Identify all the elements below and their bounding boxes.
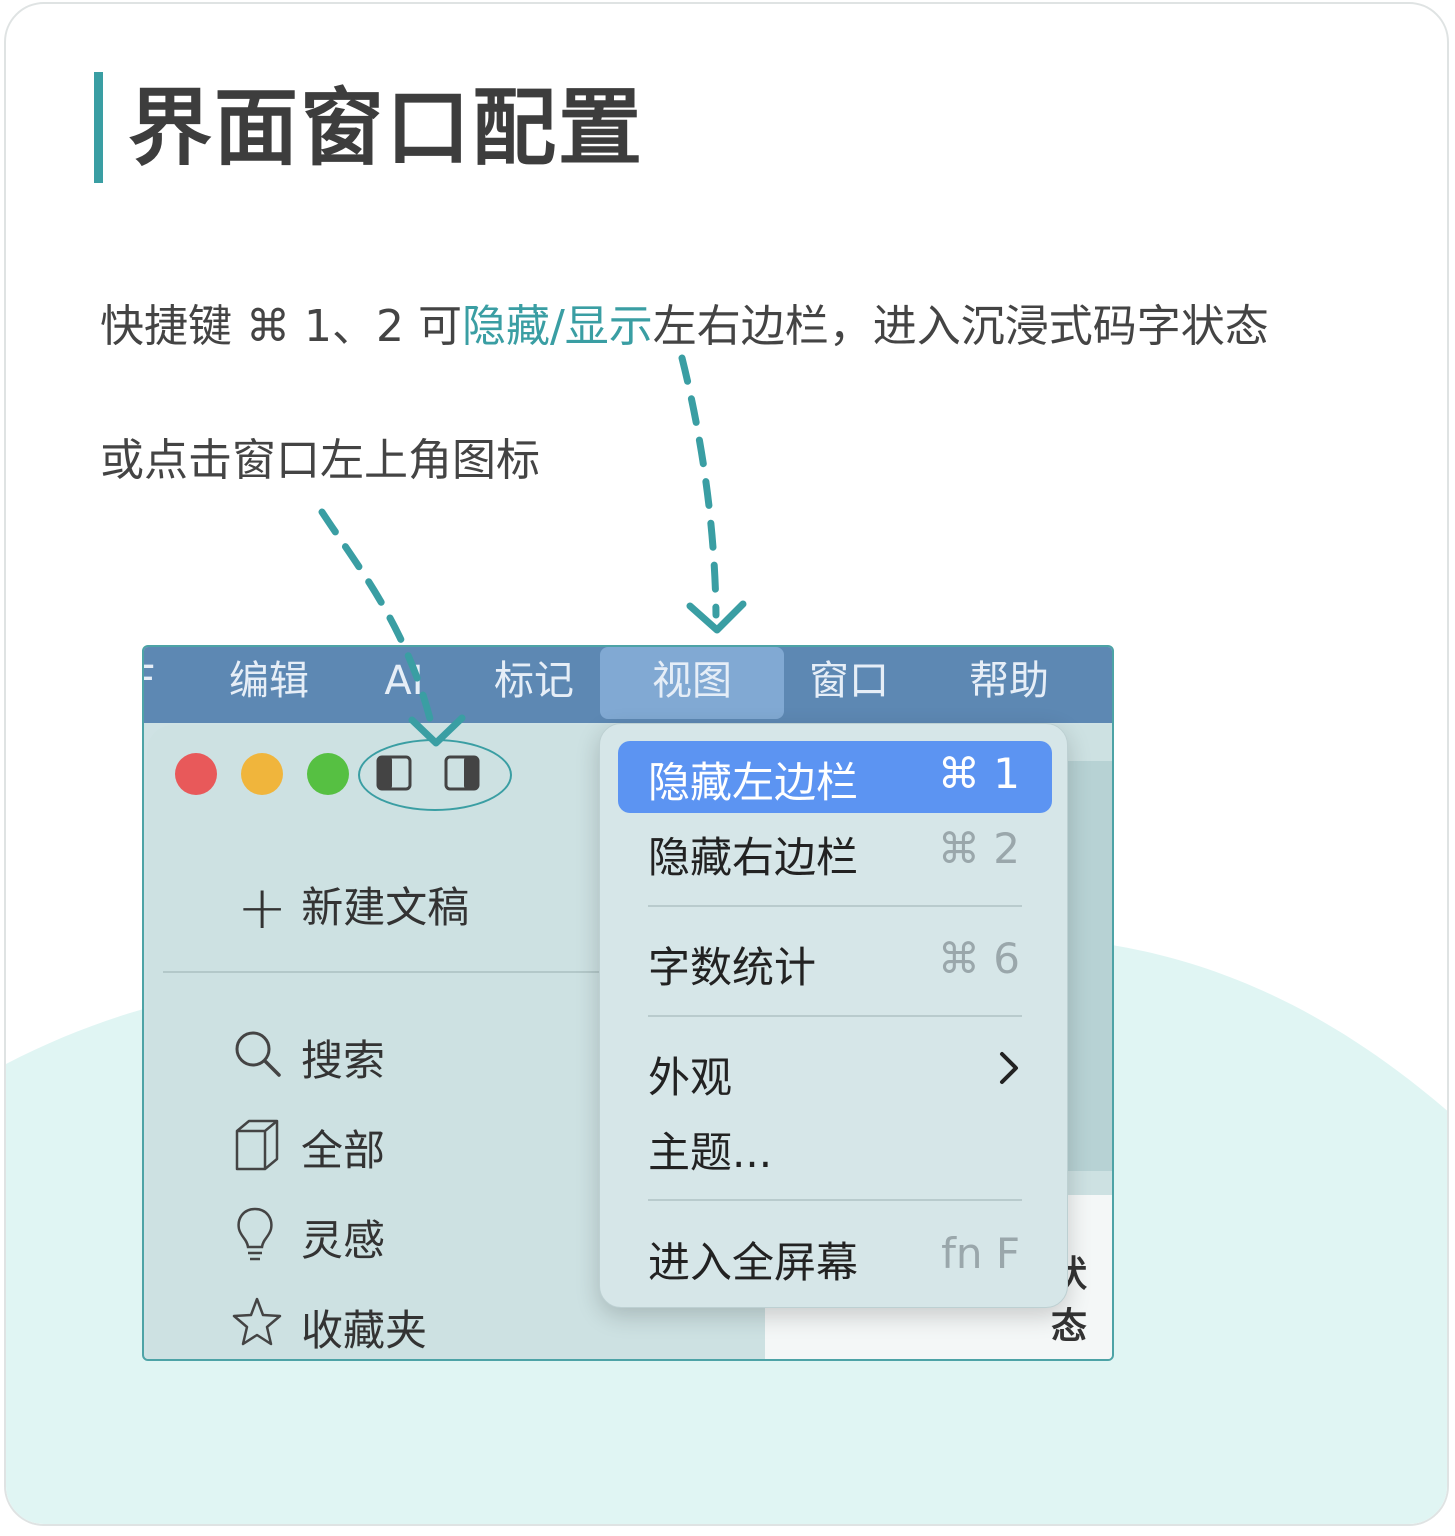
menu-item-shortcut: ⌘ 6 xyxy=(937,934,1020,983)
menu-item-label: 主题... xyxy=(648,1128,773,1177)
menu-item-shortcut: ⌘ 2 xyxy=(937,824,1020,873)
plus-icon: + xyxy=(237,873,288,943)
desc-suffix: 左右边栏，进入沉浸式码字状态 xyxy=(652,301,1269,352)
menu-hide-left-sidebar[interactable]: 隐藏左边栏 ⌘ 1 xyxy=(618,741,1052,813)
sidebar-item-label: 收藏夹 xyxy=(301,1306,428,1355)
icon-description: 或点击窗口左上角图标 xyxy=(100,435,540,486)
zoom-button[interactable] xyxy=(307,753,349,795)
box-icon xyxy=(235,1119,279,1171)
menu-item-label: 字数统计 xyxy=(648,943,817,992)
new-document-label: 新建文稿 xyxy=(301,883,470,932)
desc-highlight: 隐藏/显示 xyxy=(461,301,653,352)
chevron-right-icon xyxy=(1000,1052,1018,1084)
page-title: 界面窗口配置 xyxy=(128,79,645,177)
search-icon xyxy=(235,1031,281,1077)
star-icon xyxy=(232,1297,282,1346)
menu-appearance[interactable]: 外观 xyxy=(618,1036,1052,1108)
menu-hide-right-sidebar[interactable]: 隐藏右边栏 ⌘ 2 xyxy=(618,816,1052,888)
close-button[interactable] xyxy=(175,753,217,795)
menu-word-count[interactable]: 字数统计 ⌘ 6 xyxy=(618,926,1052,998)
menu-separator xyxy=(648,1199,1022,1201)
title-accent-bar xyxy=(94,72,103,183)
menu-item-shortcut: ⌘ 1 xyxy=(937,749,1020,798)
menu-item-label: 隐藏右边栏 xyxy=(648,833,859,882)
sidebar-icons-highlight xyxy=(358,739,512,811)
menu-item-help[interactable]: 帮助 xyxy=(944,647,1074,723)
menu-item-window[interactable]: 窗口 xyxy=(784,647,914,723)
menu-item-edit[interactable]: 编辑 xyxy=(204,647,334,723)
menu-item-mark[interactable]: 标记 xyxy=(474,647,594,723)
view-menu-dropdown: 隐藏左边栏 ⌘ 1 隐藏右边栏 ⌘ 2 字数统计 ⌘ 6 外观 主题... 进入… xyxy=(599,723,1068,1308)
minimize-button[interactable] xyxy=(241,753,283,795)
menu-item-view[interactable]: 视图 xyxy=(600,647,784,719)
desc-prefix: 快捷键 ⌘ 1、2 可 xyxy=(100,301,462,352)
lightbulb-icon xyxy=(237,1207,273,1261)
menu-enter-fullscreen[interactable]: 进入全屏幕 fn F xyxy=(618,1221,1052,1293)
sidebar-divider xyxy=(163,971,623,973)
sidebar-item-label: 搜索 xyxy=(301,1036,386,1085)
menu-bar: F 编辑 AI 标记 视图 窗口 帮助 xyxy=(144,647,1112,723)
menu-theme[interactable]: 主题... xyxy=(618,1111,1052,1183)
new-document-button[interactable]: + 新建文稿 xyxy=(237,873,469,943)
menu-separator xyxy=(648,1015,1022,1017)
sidebar-item-label: 灵感 xyxy=(301,1216,386,1265)
menu-item-shortcut: fn F xyxy=(941,1229,1020,1278)
menu-separator xyxy=(648,905,1022,907)
menu-item-label: 进入全屏幕 xyxy=(648,1238,859,1287)
shortcut-description: 快捷键 ⌘ 1、2 可隐藏/显示左右边栏，进入沉浸式码字状态 xyxy=(100,300,1269,354)
menu-item-label: 隐藏左边栏 xyxy=(648,758,859,807)
sidebar-item-label: 全部 xyxy=(301,1126,386,1175)
menu-item-label: 外观 xyxy=(648,1053,733,1102)
menu-item-file[interactable]: F xyxy=(144,647,164,723)
menu-item-ai[interactable]: AI xyxy=(364,647,444,723)
